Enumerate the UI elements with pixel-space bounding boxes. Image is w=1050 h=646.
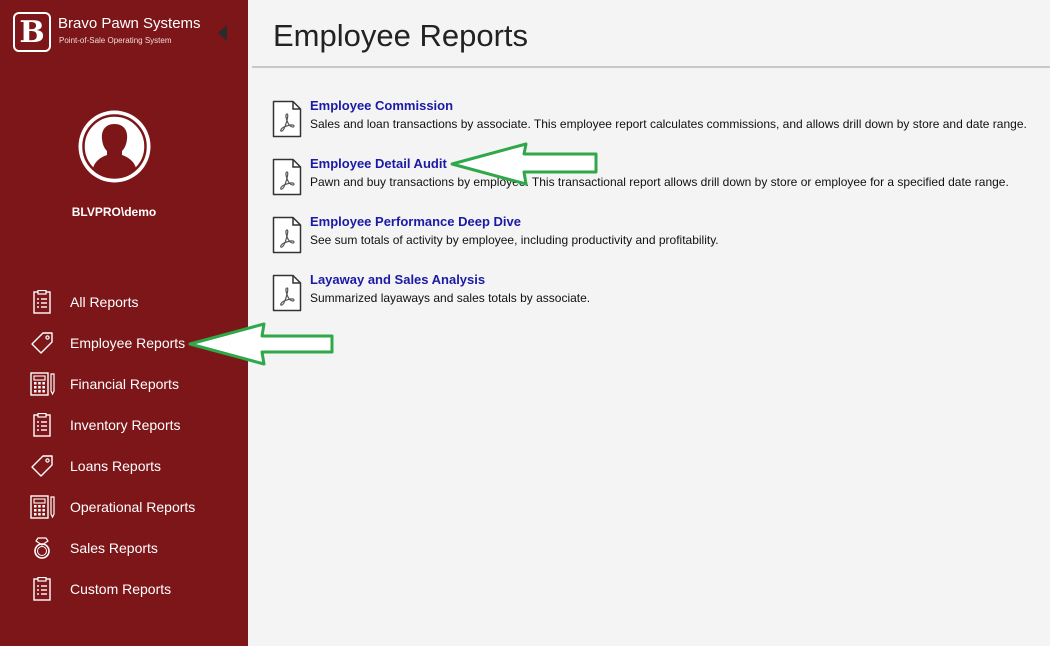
- sidebar-item-inventory-reports[interactable]: Inventory Reports: [0, 404, 248, 445]
- sidebar-item-loans-reports[interactable]: Loans Reports: [0, 445, 248, 486]
- sidebar-item-label: Loans Reports: [70, 458, 162, 474]
- sidebar: B Bravo Pawn Systems Point-of-Sale Opera…: [0, 0, 248, 646]
- sidebar-nav: All Reports Employee Reports Financial R…: [0, 281, 248, 609]
- brand-tagline: Point-of-Sale Operating System: [59, 36, 172, 45]
- tag-icon: [31, 332, 53, 354]
- sidebar-item-label: Operational Reports: [70, 499, 196, 515]
- main-content: Employee Reports Employee Commission Sal…: [248, 0, 1050, 646]
- report-description: See sum totals of activity by employee, …: [310, 233, 719, 247]
- brand-logo[interactable]: B: [13, 12, 51, 52]
- sidebar-item-financial-reports[interactable]: Financial Reports: [0, 363, 248, 404]
- report-description: Sales and loan transactions by associate…: [310, 117, 1027, 131]
- report-item-employee-detail-audit[interactable]: Employee Detail Audit Pawn and buy trans…: [272, 156, 1042, 208]
- report-link[interactable]: Employee Detail Audit: [310, 156, 447, 171]
- sidebar-item-label: Financial Reports: [70, 376, 179, 392]
- pdf-file-icon[interactable]: [272, 100, 302, 138]
- calculator-icon: [30, 372, 55, 396]
- report-link[interactable]: Employee Commission: [310, 98, 453, 113]
- pdf-file-icon[interactable]: [272, 274, 302, 312]
- tag-icon: [31, 455, 53, 477]
- pdf-file-icon[interactable]: [272, 216, 302, 254]
- report-item-layaway-and-sales-analysis[interactable]: Layaway and Sales Analysis Summarized la…: [272, 272, 1042, 324]
- brand-name: Bravo Pawn Systems: [58, 15, 201, 32]
- report-link[interactable]: Employee Performance Deep Dive: [310, 214, 521, 229]
- report-description: Pawn and buy transactions by employee. T…: [310, 175, 1009, 189]
- sidebar-item-custom-reports[interactable]: Custom Reports: [0, 568, 248, 609]
- page-title: Employee Reports: [273, 18, 529, 53]
- clipboard-icon: [33, 290, 51, 314]
- sidebar-item-sales-reports[interactable]: Sales Reports: [0, 527, 248, 568]
- sidebar-item-label: Custom Reports: [70, 581, 172, 597]
- clipboard-icon: [33, 413, 51, 437]
- sidebar-item-employee-reports[interactable]: Employee Reports: [0, 322, 248, 363]
- sidebar-item-label: All Reports: [70, 294, 139, 310]
- report-description: Summarized layaways and sales totals by …: [310, 291, 591, 305]
- sidebar-item-operational-reports[interactable]: Operational Reports: [0, 486, 248, 527]
- pdf-file-icon[interactable]: [272, 158, 302, 196]
- username: BLVPRO\demo: [71, 205, 157, 219]
- report-item-employee-performance-deep-dive[interactable]: Employee Performance Deep Dive See sum t…: [272, 214, 1042, 266]
- sidebar-item-label: Employee Reports: [70, 335, 186, 351]
- report-item-employee-commission[interactable]: Employee Commission Sales and loan trans…: [272, 98, 1042, 150]
- clipboard-icon: [33, 577, 51, 601]
- sidebar-item-label: Inventory Reports: [70, 417, 181, 433]
- avatar[interactable]: [76, 108, 153, 185]
- sidebar-item-all-reports[interactable]: All Reports: [0, 281, 248, 322]
- report-link[interactable]: Layaway and Sales Analysis: [310, 272, 485, 287]
- ring-icon: [34, 537, 50, 559]
- collapse-sidebar-icon[interactable]: [218, 25, 227, 41]
- calculator-icon: [30, 495, 55, 519]
- divider: [252, 66, 1050, 68]
- sidebar-item-label: Sales Reports: [70, 540, 158, 556]
